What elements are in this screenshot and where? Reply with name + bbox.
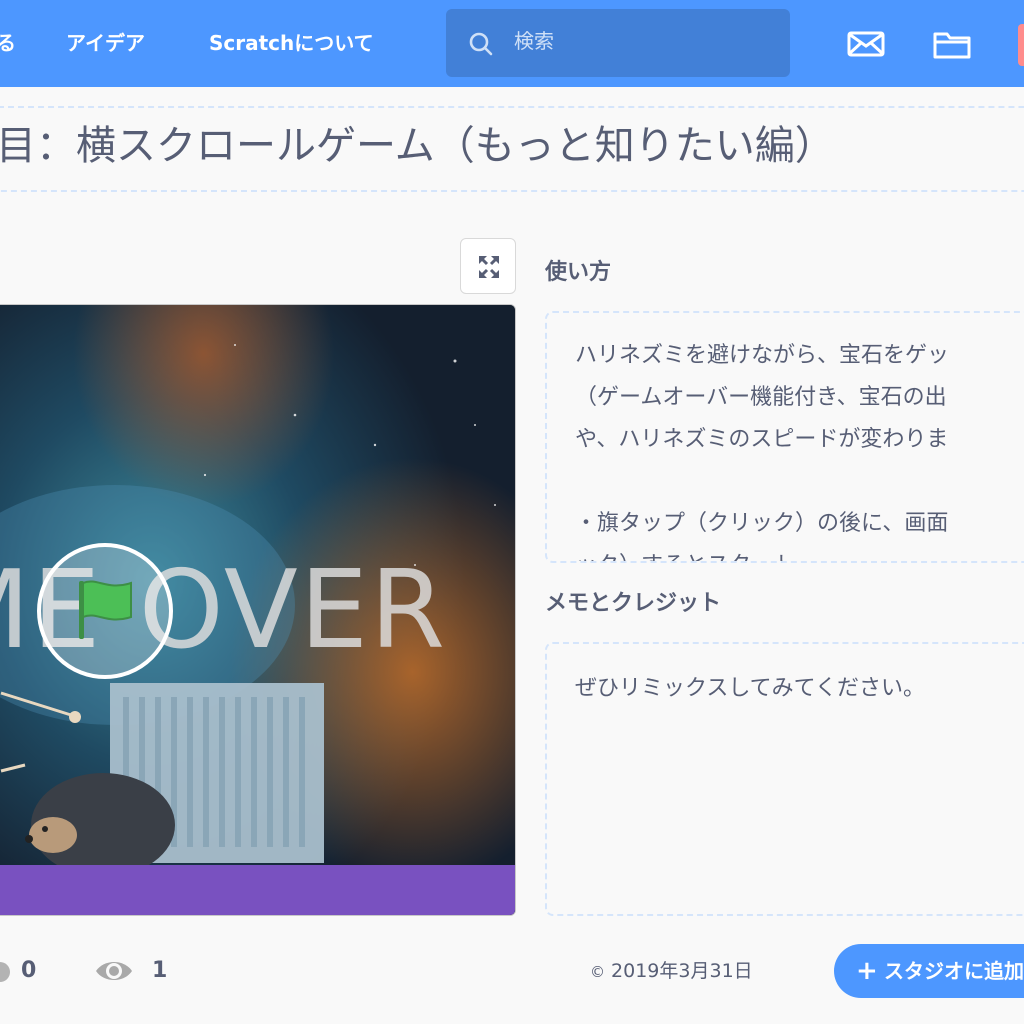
search-placeholder: 検索 [514,29,554,53]
view-count: 1 [152,958,168,983]
fullscreen-button[interactable] [460,238,516,294]
instructions-line: ハリネズミを避けながら、宝石をゲッ [575,343,950,368]
top-nav: る アイデア Scratchについて 検索 [0,0,1024,87]
avatar[interactable] [1018,24,1024,66]
remix-count: 0 [21,958,37,983]
instructions-label: 使い方 [545,260,612,285]
instructions-line: ・旗タップ（クリック）の後に、画面 [575,511,949,536]
project-stage[interactable]: ME OVER [0,304,516,916]
eye-icon [96,962,132,980]
nav-create-link[interactable]: る [0,29,16,57]
search-icon [469,32,493,56]
copyright-icon: © [590,963,605,981]
green-flag-button[interactable] [37,543,173,679]
add-to-studio-label: スタジオに追加 [884,959,1024,983]
instructions-line: ック）するとスタート [547,545,1024,561]
remix-icon [0,962,10,982]
add-to-studio-button[interactable]: + スタジオに追加 [834,944,1024,998]
mail-icon[interactable] [846,24,886,64]
instructions-line: や、ハリネズミのスピードが変わりま [575,427,949,452]
folder-icon[interactable] [931,24,973,64]
instructions-line: （ゲームオーバー機能付き、宝石の出 [575,385,947,410]
nav-about-link[interactable]: Scratchについて [209,29,374,57]
share-date: © 2019年3月31日 [590,957,753,986]
instructions-line [547,461,1024,503]
flag-icon [79,580,132,639]
project-title: 目：横スクロールゲーム（もっと知りたい編） [0,123,835,169]
project-page: る アイデア Scratchについて 検索 目：横スクロールゲーム（もっと知りた… [0,0,1024,1024]
instructions-textarea[interactable]: ハリネズミを避けながら、宝石をゲッ （ゲームオーバー機能付き、宝石の出 や、ハリ… [545,311,1024,563]
notes-textarea[interactable]: ぜひリミックスしてみてください。 [545,642,1024,916]
nav-ideas-link[interactable]: アイデア [66,29,145,57]
date-text: 2019年3月31日 [611,960,753,982]
stage-bottom-bar [0,865,515,915]
plus-icon: + [856,956,878,986]
notes-line: ぜひリミックスしてみてください。 [575,676,926,701]
search-input[interactable]: 検索 [446,9,790,77]
fullscreen-icon [478,255,500,279]
notes-label: メモとクレジット [545,591,722,616]
